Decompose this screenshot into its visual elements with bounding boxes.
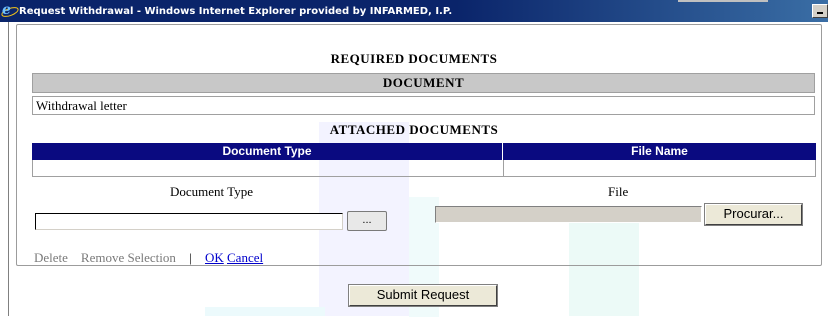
link-separator: | <box>189 250 192 265</box>
minimize-button[interactable] <box>812 4 828 18</box>
document-type-column-header: Document Type <box>32 143 503 160</box>
window-title-bar[interactable]: e Request Withdrawal - Windows Internet … <box>0 0 828 22</box>
procurar-button[interactable]: Procurar... <box>704 203 803 226</box>
background-watermark <box>205 307 325 316</box>
file-path-input[interactable] <box>435 206 702 223</box>
cancel-link[interactable]: Cancel <box>227 250 263 265</box>
required-documents-heading: REQUIRED DOCUMENTS <box>330 51 498 66</box>
table-cell <box>33 160 504 176</box>
submit-request-button[interactable]: Submit Request <box>348 284 498 307</box>
attached-documents-empty-row <box>32 160 816 177</box>
action-links: Delete Remove Selection | OK Cancel <box>34 250 263 266</box>
document-column-header: DOCUMENT <box>32 73 815 93</box>
required-document-row: Withdrawal letter <box>32 96 815 115</box>
window-title: Request Withdrawal - Windows Internet Ex… <box>19 5 453 17</box>
ok-link[interactable]: OK <box>205 250 224 265</box>
title-bar-divider <box>678 0 768 2</box>
internet-explorer-icon: e <box>0 2 20 19</box>
attached-documents-heading: ATTACHED DOCUMENTS <box>329 122 499 137</box>
document-type-input[interactable] <box>35 213 343 230</box>
attached-documents-table-header: Document Type File Name <box>32 143 816 160</box>
document-type-label: Document Type <box>170 184 253 199</box>
file-label: File <box>608 184 629 199</box>
remove-selection-link[interactable]: Remove Selection <box>81 250 176 265</box>
file-name-column-header: File Name <box>631 144 688 158</box>
delete-link[interactable]: Delete <box>34 250 68 265</box>
document-type-browse-button[interactable]: ... <box>347 211 387 231</box>
